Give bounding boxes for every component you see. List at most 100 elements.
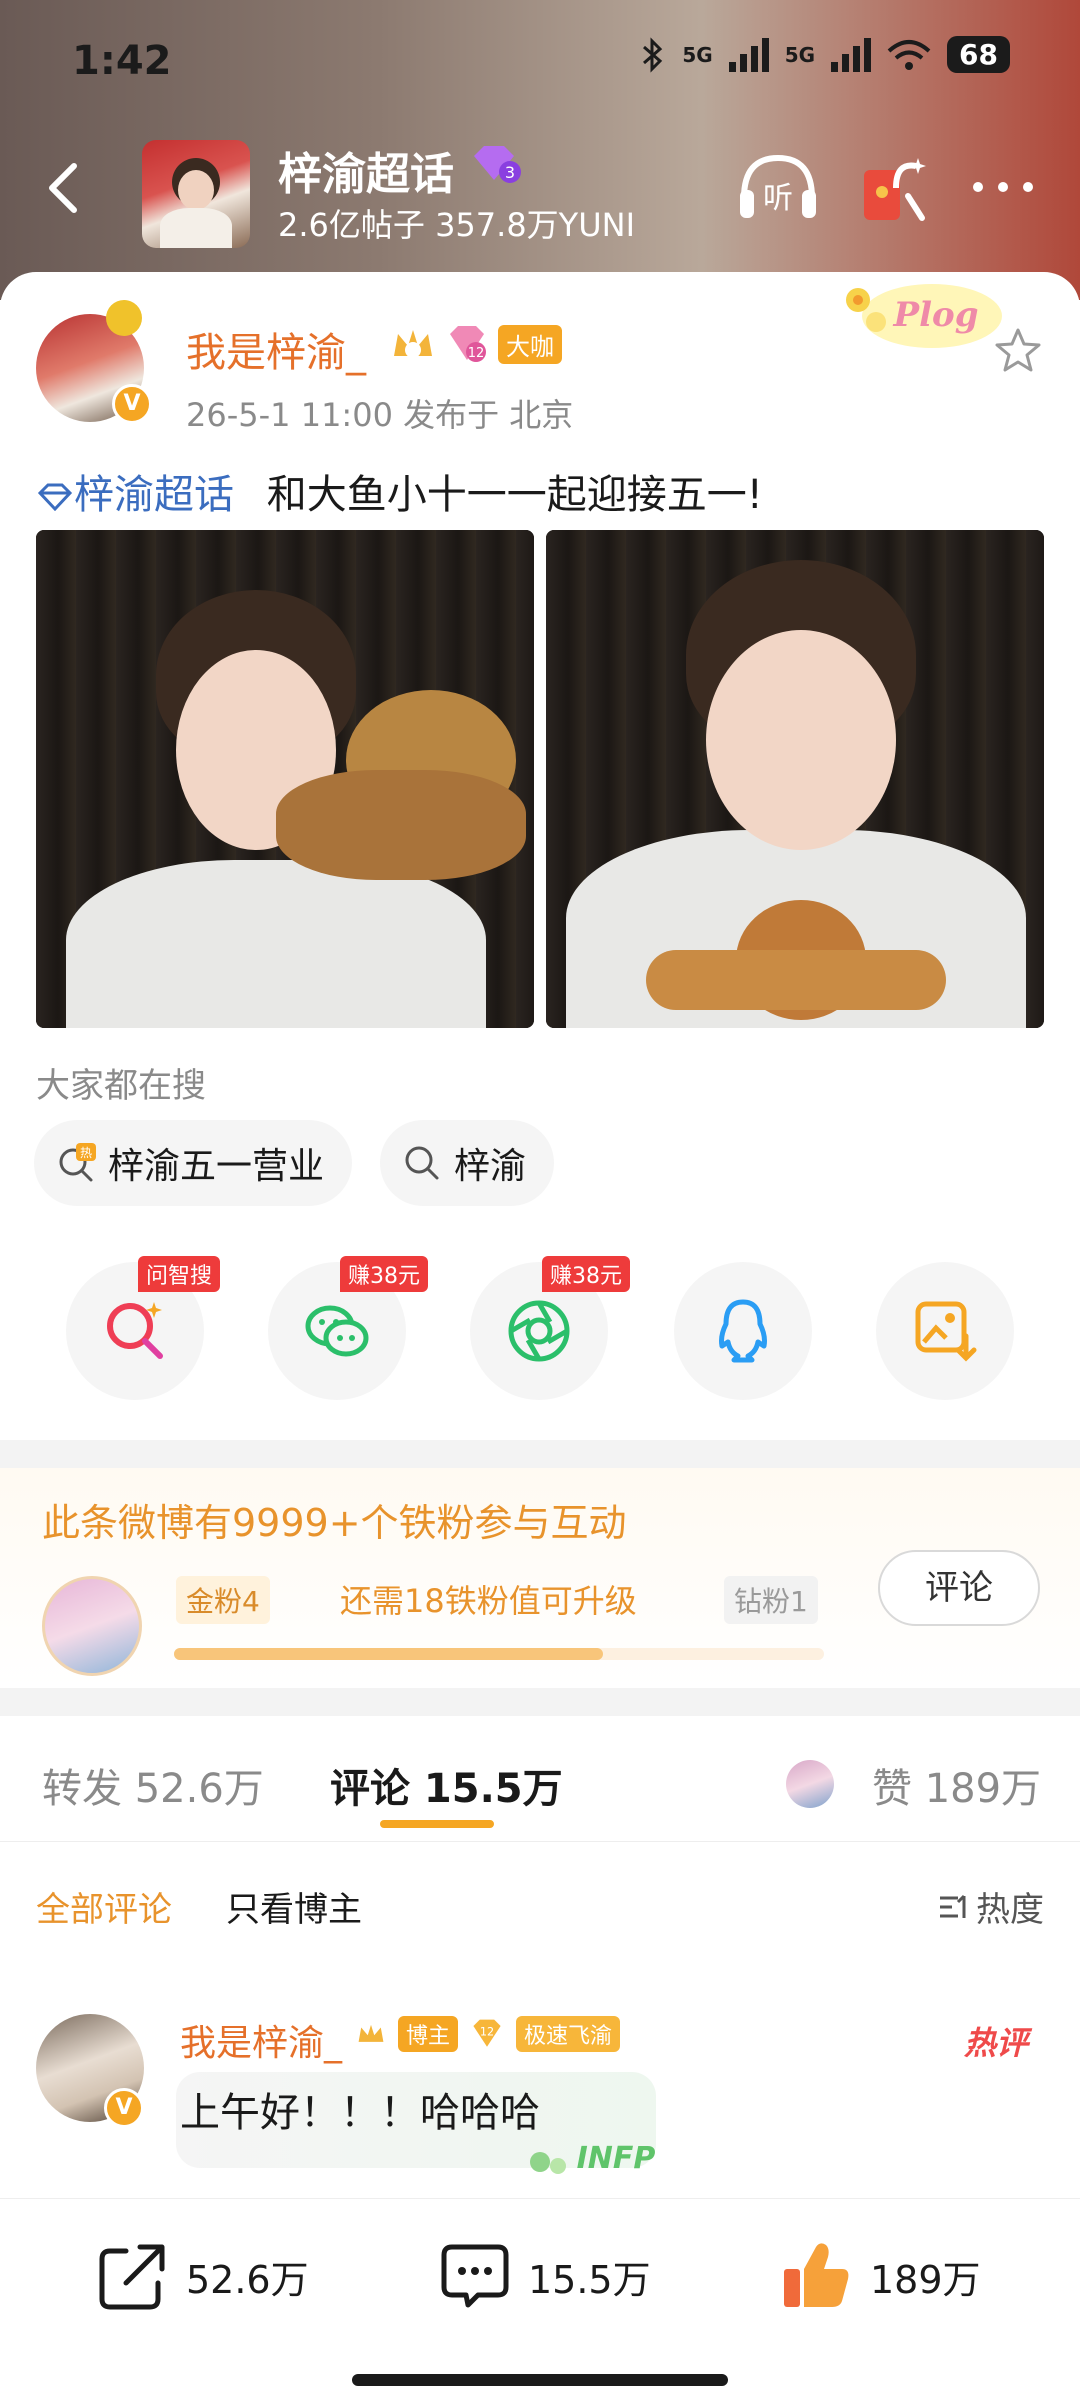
- sort-icon: [940, 1894, 966, 1918]
- fan-title: 此条微博有9999+个铁粉参与互动: [42, 1501, 627, 1545]
- moments-icon: [508, 1300, 570, 1362]
- topic-link-label: 梓渝超话: [74, 472, 234, 518]
- plog-label: Plog: [893, 295, 979, 335]
- wifi-icon: [887, 39, 931, 70]
- listen-label: 听: [763, 181, 793, 216]
- level-icon: 12: [450, 326, 486, 362]
- crown-icon: [394, 330, 432, 358]
- more-icon[interactable]: [968, 172, 1038, 202]
- diamond-icon: [37, 483, 73, 512]
- status-icons: 5G 5G 68: [640, 36, 1010, 73]
- fan-level-icon: 12: [473, 2019, 501, 2047]
- tab-comment[interactable]: 评论 15.5万: [330, 1756, 563, 1814]
- topic-stats: 2.6亿帖子 357.8万YUNI: [278, 206, 636, 244]
- comment-badges: 博主 12 极速飞渝: [356, 2016, 621, 2052]
- comment-verified-icon: V: [104, 2088, 144, 2128]
- like-button[interactable]: 189万: [780, 2239, 981, 2313]
- photo-shirt: [66, 860, 486, 1028]
- fan-avatar[interactable]: [42, 1576, 142, 1676]
- filter-all-comments[interactable]: 全部评论: [36, 1882, 172, 1931]
- repost-icon: [99, 2244, 165, 2310]
- topic-level-value: 3: [505, 163, 515, 182]
- host-tag: 博主: [398, 2016, 459, 2052]
- share-ask-search[interactable]: 问智搜: [66, 1256, 221, 1400]
- fan-progress-track: [174, 1648, 824, 1660]
- home-indicator[interactable]: [352, 2374, 728, 2386]
- hot-search-icon: 热: [59, 1143, 96, 1182]
- wechat-icon: [305, 1305, 369, 1357]
- filter-host-only[interactable]: 只看博主: [226, 1882, 362, 1931]
- share-tag: 赚38元: [340, 1256, 428, 1292]
- search-chip-label: 梓渝五一营业: [108, 1146, 325, 1187]
- back-icon[interactable]: [36, 158, 96, 218]
- topic-avatar[interactable]: [142, 140, 250, 248]
- like-count: 189万: [870, 2257, 981, 2302]
- network-5g-label-2: 5G: [784, 42, 816, 67]
- repost-button[interactable]: 52.6万: [96, 2239, 309, 2313]
- level-value: 12: [468, 346, 485, 361]
- share-row: 问智搜 赚38元 赚38元: [0, 1256, 1080, 1402]
- section-divider: [0, 1688, 1080, 1716]
- search-chip-2[interactable]: 梓渝: [380, 1120, 555, 1206]
- signal-icon: [728, 37, 769, 72]
- search-chip-1[interactable]: 热 梓渝五一营业: [34, 1120, 353, 1206]
- network-5g-label: 5G: [682, 42, 713, 67]
- qq-icon: [719, 1299, 767, 1363]
- topic-title[interactable]: 梓渝超话: [278, 138, 454, 202]
- comment-author[interactable]: 我是梓渝_: [180, 2014, 342, 2066]
- status-time: 1:42: [72, 38, 172, 84]
- fan-level-next: 钻粉1: [724, 1576, 818, 1624]
- tab-like[interactable]: 赞 189万: [872, 1756, 1041, 1814]
- fan-interaction-section: 此条微博有9999+个铁粉参与互动 金粉4 还需18铁粉值可升级 钻粉1 评论: [0, 1468, 1080, 1688]
- hot-tag: 热: [80, 1146, 92, 1160]
- topic-link[interactable]: 梓渝超话: [36, 472, 247, 518]
- verified-icon: V: [112, 384, 152, 424]
- ask-search-icon: [107, 1302, 163, 1359]
- tab-indicator: [380, 1820, 494, 1828]
- share-moments[interactable]: 赚38元: [470, 1256, 630, 1400]
- repost-count: 52.6万: [186, 2257, 309, 2302]
- share-tag: 赚38元: [542, 1256, 630, 1292]
- battery-level: 68: [947, 36, 1010, 73]
- post-meta: 26-5-1 11:00 发布于 北京: [186, 396, 574, 434]
- author-badges: 12 大咖: [390, 324, 562, 364]
- topic-level-icon: 3: [474, 146, 521, 183]
- photo-cat-paws: [646, 950, 946, 1010]
- sort-label: 热度: [976, 1890, 1044, 1930]
- search-chip-label: 梓渝: [454, 1146, 527, 1187]
- interaction-tabs: 转发 52.6万 评论 15.5万 赞 189万: [0, 1732, 1080, 1842]
- thumbs-up-icon: [784, 2243, 849, 2307]
- listen-icon[interactable]: 听: [736, 150, 820, 226]
- bluetooth-icon: [643, 36, 663, 73]
- hot-comment-badge: 热评: [964, 2024, 1029, 2062]
- sort-button[interactable]: 热度: [936, 1882, 1044, 1931]
- like-user-avatar: [786, 1760, 834, 1808]
- avatar-pendant-icon: [106, 300, 142, 336]
- post-body: 和大鱼小十一一起迎接五一!: [266, 472, 763, 518]
- plog-sticker-icon: Plog: [846, 284, 1002, 348]
- post-card: V 我是梓渝_ 12 大咖 26-5-1 11:00 发布于 北京 Plog 梓…: [0, 272, 1080, 2400]
- share-wechat[interactable]: 赚38元: [268, 1256, 428, 1400]
- comment-icon: [441, 2244, 509, 2308]
- share-tag: 问智搜: [138, 1256, 221, 1292]
- fan-progress-fill: [174, 1648, 603, 1660]
- fan-upgrade-hint: 还需18铁粉值可升级: [340, 1582, 637, 1620]
- crown-icon: [358, 2024, 384, 2042]
- status-bar: 1:42 5G 5G 68: [0, 0, 1080, 120]
- red-packet-icon[interactable]: [856, 152, 930, 226]
- post-photo-1[interactable]: [36, 530, 534, 1028]
- tab-repost[interactable]: 转发 52.6万: [42, 1756, 264, 1814]
- infp-label: INFP: [577, 2141, 656, 2176]
- topic-header: 梓渝超话 3 2.6亿帖子 357.8万YUNI 听: [0, 130, 1080, 250]
- fan-comment-button[interactable]: 评论: [878, 1550, 1040, 1626]
- photo-face: [706, 630, 896, 850]
- save-image-icon: [915, 1301, 977, 1362]
- star-icon[interactable]: [994, 326, 1042, 374]
- comment-button[interactable]: 15.5万: [438, 2239, 651, 2313]
- share-save-image[interactable]: [876, 1262, 1014, 1400]
- share-qq[interactable]: [674, 1262, 812, 1400]
- author-name[interactable]: 我是梓渝_: [186, 320, 366, 378]
- post-photo-2[interactable]: [546, 530, 1044, 1028]
- bottom-action-bar: 52.6万 15.5万 189万: [0, 2198, 1080, 2400]
- comment-filter: 全部评论 只看博主 热度: [0, 1876, 1080, 1936]
